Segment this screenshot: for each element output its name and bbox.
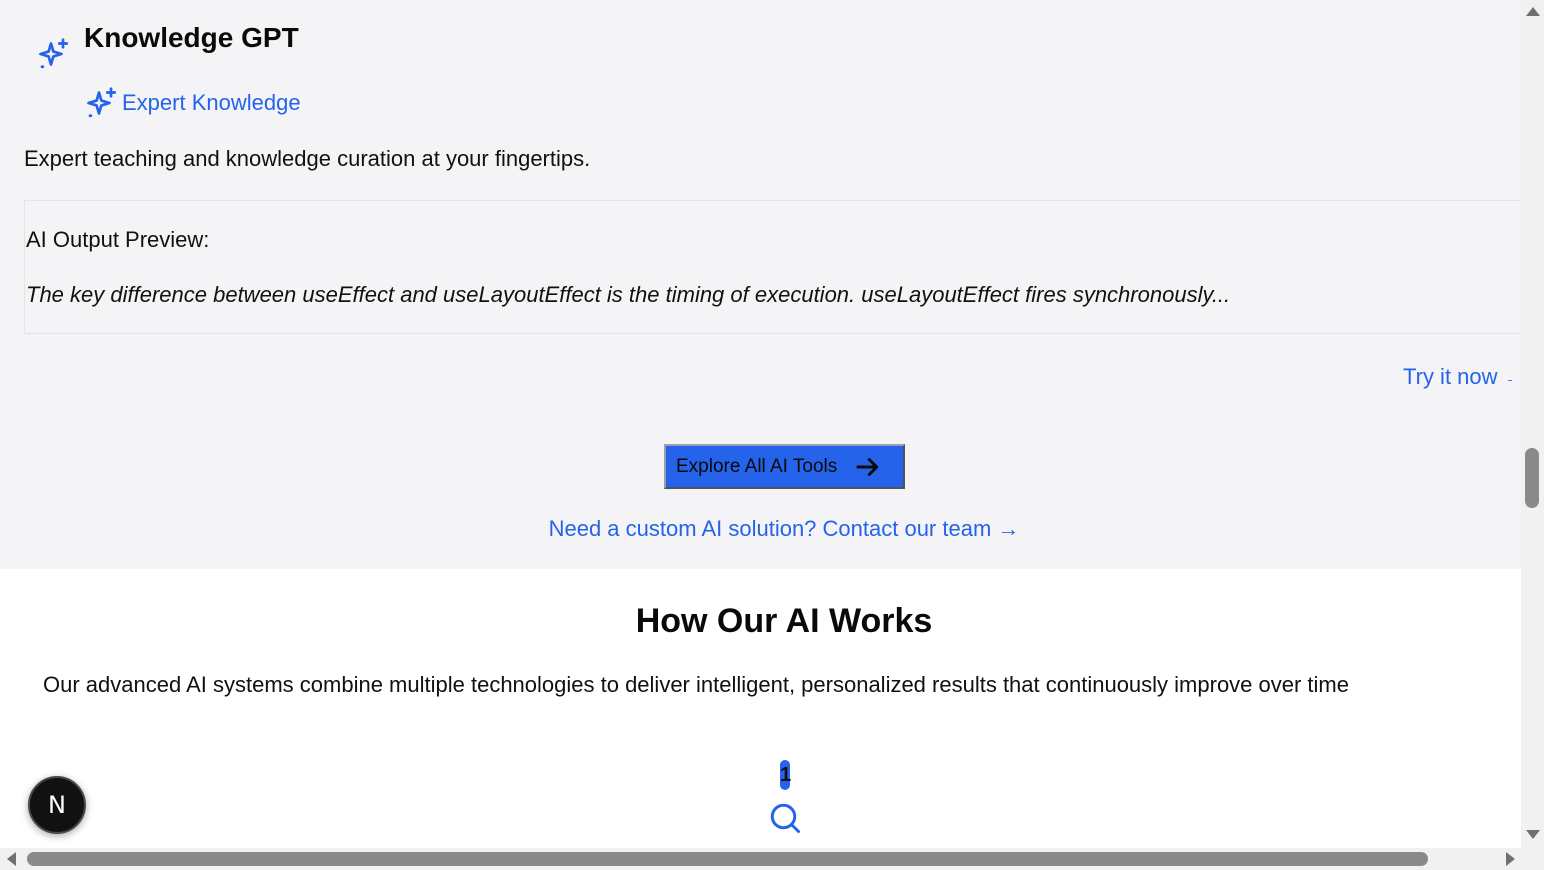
explore-button-label: Explore All AI Tools xyxy=(676,455,838,477)
horizontal-scroll-thumb[interactable] xyxy=(27,852,1428,866)
contact-team-link[interactable]: Need a custom AI solution? Contact our t… xyxy=(0,516,1521,542)
step-number: 1 xyxy=(780,760,791,790)
card-title: Knowledge GPT xyxy=(84,22,299,53)
preview-label: AI Output Preview: xyxy=(26,227,210,252)
try-it-now-label: Try it now xyxy=(1403,364,1498,389)
try-it-now-link[interactable]: Try it now → xyxy=(1403,364,1512,390)
ai-output-preview: AI Output Preview: The key difference be… xyxy=(24,200,1521,334)
card-description: Expert teaching and knowledge curation a… xyxy=(24,146,591,171)
ai-tools-section: Knowledge GPT Expert Knowledge Expert te… xyxy=(0,0,1521,569)
scroll-right-arrow-icon[interactable] xyxy=(1506,852,1515,866)
vertical-scroll-thumb[interactable] xyxy=(1525,448,1539,508)
sparkles-icon xyxy=(39,38,69,69)
section-description: Our advanced AI systems combine multiple… xyxy=(43,672,1349,697)
scroll-left-arrow-icon[interactable] xyxy=(7,852,16,866)
search-icon xyxy=(770,803,800,833)
card-badge: Expert Knowledge xyxy=(84,85,301,121)
section-title: How Our AI Works xyxy=(635,602,933,640)
scrollbar-corner xyxy=(1521,848,1544,870)
preview-text: The key difference between useEffect and… xyxy=(26,282,1231,307)
scroll-down-arrow-icon[interactable] xyxy=(1526,830,1540,839)
horizontal-scrollbar[interactable] xyxy=(0,848,1521,870)
vertical-scrollbar[interactable] xyxy=(1521,0,1544,848)
explore-all-tools-button[interactable]: Explore All AI Tools xyxy=(664,444,905,489)
arrow-right-icon xyxy=(856,457,879,476)
page-viewport: Knowledge GPT Expert Knowledge Expert te… xyxy=(0,0,1521,848)
nextjs-dev-badge[interactable]: N xyxy=(28,776,86,834)
scroll-up-arrow-icon[interactable] xyxy=(1526,7,1540,16)
arrow-right-icon: → xyxy=(1504,364,1512,390)
badge-label: Expert Knowledge xyxy=(122,90,301,115)
nextjs-icon: N xyxy=(48,791,66,819)
sparkles-icon xyxy=(87,87,117,118)
